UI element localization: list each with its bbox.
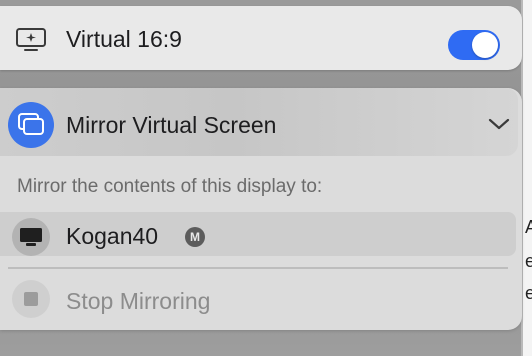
mirror-section-label: Mirror the contents of this display to: xyxy=(17,176,323,197)
display-card: Virtual 16:9 xyxy=(0,6,522,70)
stop-icon xyxy=(12,280,50,318)
background-glyph: e xyxy=(525,251,532,271)
display-name: Virtual 16:9 xyxy=(66,26,182,52)
mirror-screens-icon xyxy=(8,102,54,148)
display-sparkle-icon xyxy=(15,27,47,53)
stop-mirroring-label: Stop Mirroring xyxy=(66,288,211,314)
toggle-knob xyxy=(472,32,498,58)
divider xyxy=(8,267,508,269)
mirror-virtual-screen-row[interactable]: Mirror Virtual Screen xyxy=(0,88,518,156)
main-display-badge: M xyxy=(185,227,205,247)
mirror-panel: Mirror Virtual Screen Mirror the content… xyxy=(0,88,522,330)
stop-mirroring-row[interactable]: Stop Mirroring xyxy=(0,276,516,322)
device-name: Kogan40 xyxy=(66,223,159,249)
monitor-icon xyxy=(12,218,50,256)
mirror-title: Mirror Virtual Screen xyxy=(66,112,277,138)
chevron-down-icon[interactable] xyxy=(487,116,511,132)
mirror-target-kogan40[interactable]: Kogan40 M xyxy=(0,212,516,256)
background-glyph: A xyxy=(525,217,532,237)
background-glyph: e xyxy=(525,283,532,303)
display-toggle[interactable] xyxy=(448,30,500,60)
